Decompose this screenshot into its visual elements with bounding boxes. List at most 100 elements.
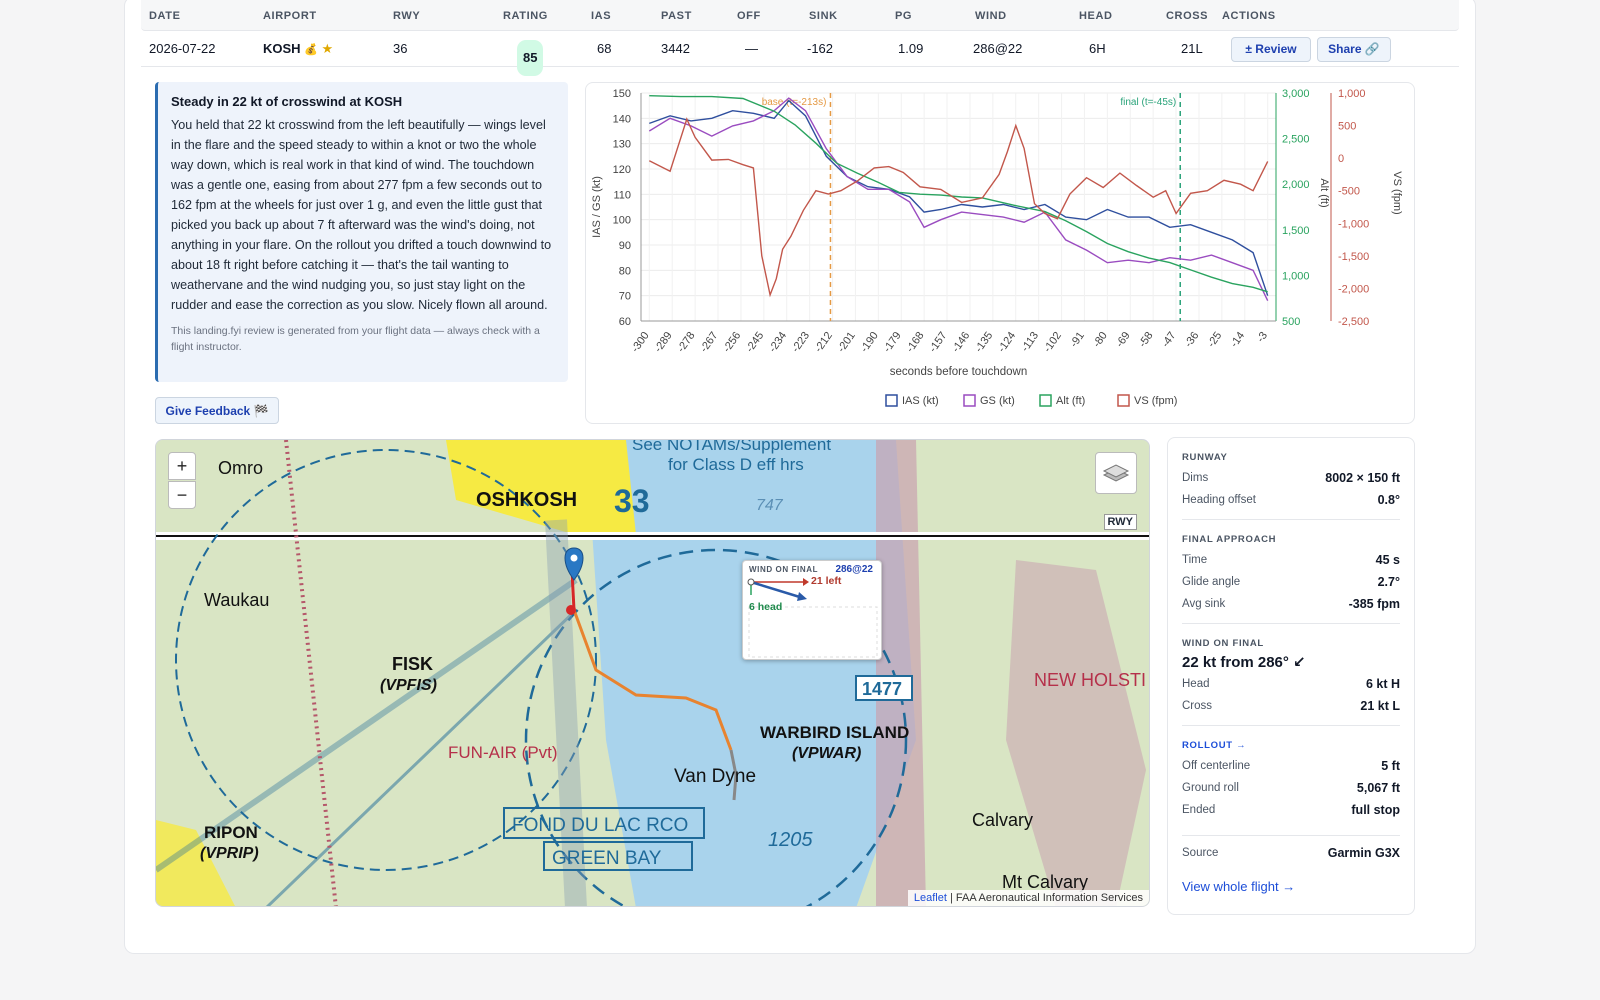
give-feedback-button[interactable]: Give Feedback 🏁	[155, 397, 279, 424]
map-label-notam: See NOTAMs/Supplement	[632, 440, 831, 454]
col-date: DATE	[149, 10, 181, 22]
col-actions: ACTIONS	[1222, 10, 1276, 22]
legend-swatch-3	[1117, 394, 1130, 407]
xtick-22: -58	[1137, 330, 1156, 350]
share-button[interactable]: Share 🔗	[1317, 37, 1391, 62]
map-label-1205: 1205	[768, 829, 813, 851]
col-rwy: RWY	[393, 10, 421, 22]
xtick-16: -124	[996, 330, 1018, 355]
xtick-11: -179	[881, 330, 903, 355]
ground-roll-value: 5,067 ft	[1356, 781, 1400, 795]
sectional-map[interactable]: OSHKOSH 33 Omro Waukau FISK (VPFIS) WARB…	[155, 439, 1150, 907]
cell-airport[interactable]: KOSH 💰 ★	[263, 31, 333, 68]
xtick-14: -146	[950, 330, 972, 355]
airport-link[interactable]: KOSH	[263, 41, 301, 56]
legend-label-1: GS (kt)	[980, 395, 1015, 407]
star-icon: ★	[321, 41, 334, 56]
ytick-left-1: 70	[619, 291, 631, 303]
view-whole-flight-link[interactable]: View whole flight →	[1182, 879, 1295, 894]
cell-head: 6H	[1089, 41, 1106, 56]
zoom-out-button[interactable]: −	[168, 481, 196, 509]
ytick-vs-2: -1,500	[1338, 251, 1369, 263]
xtick-1: -289	[652, 330, 674, 355]
ytick-left-7: 130	[613, 139, 631, 151]
xtick-18: -102	[1042, 330, 1064, 355]
xtick-8: -212	[813, 330, 835, 355]
wind-popup-cross: 21 left	[811, 575, 842, 587]
review-button[interactable]: ± Review	[1231, 37, 1311, 62]
ytick-alt-4: 2,500	[1282, 134, 1310, 146]
series-line-2	[649, 95, 1268, 293]
rating-badge: 85	[517, 40, 544, 76]
legend-label-3: VS (fpm)	[1134, 395, 1177, 407]
map-label-33: 33	[614, 483, 650, 519]
source-label: Source	[1182, 847, 1219, 859]
dims-value: 8002 × 150 ft	[1325, 471, 1400, 485]
cell-rwy: 36	[393, 41, 408, 56]
flight-chart-panel: 60 70 80 90 100 110 120 130 140 150 -300 -289 -278 -2…	[585, 82, 1415, 424]
wind-on-final-popup: WIND ON FINAL 286@22 21 left 6 head	[742, 560, 882, 660]
xtick-0: -300	[629, 330, 651, 355]
ytick-alt-5: 3,000	[1282, 88, 1310, 100]
xtick-7: -223	[790, 330, 812, 355]
col-wind: WIND	[975, 10, 1007, 22]
annotation-label-1: final (t=-45s)	[1120, 97, 1176, 108]
layers-button[interactable]	[1095, 452, 1137, 494]
wind-summary: 22 kt from 286° ↙	[1182, 654, 1306, 671]
map-label-rco: FOND DU LAC RCO	[512, 815, 688, 836]
heading-offset-value: 0.8°	[1377, 493, 1400, 507]
ylabel-alt: Alt (ft)	[1318, 178, 1330, 207]
ytick-left-2: 80	[619, 265, 631, 277]
xtick-24: -36	[1182, 330, 1201, 350]
final-section-title: FINAL APPROACH	[1182, 534, 1277, 545]
series-line-0	[649, 99, 1269, 296]
wind-section-title: WIND ON FINAL	[1182, 638, 1264, 649]
cell-sink: -162	[807, 41, 834, 56]
ended-value: full stop	[1351, 803, 1400, 817]
map-label-vpfis: (VPFIS)	[380, 677, 437, 694]
ytick-left-3: 90	[619, 240, 631, 252]
rollout-section-title[interactable]: ROLLOUT →	[1182, 740, 1400, 751]
landing-card: DATE AIRPORT RWY RATING IAS PAST OFF SIN…	[124, 0, 1476, 954]
table-row: 2026-07-22 KOSH 💰 ★ 36 85 68 3442 — -162…	[141, 31, 1459, 76]
ytick-vs-4: -500	[1338, 186, 1360, 198]
ylabel-vs: VS (fpm)	[1391, 171, 1403, 214]
legend-label-2: Alt (ft)	[1056, 395, 1085, 407]
xtick-13: -157	[927, 330, 949, 355]
xtick-26: -14	[1228, 330, 1247, 350]
col-sink: SINK	[809, 10, 838, 22]
table-header: DATE AIRPORT RWY RATING IAS PAST OFF SIN…	[141, 0, 1459, 31]
ytick-alt-2: 1,500	[1282, 225, 1310, 237]
xtick-21: -69	[1114, 330, 1133, 350]
summary-sidebar: RUNWAY Dims 8002 × 150 ft Heading offset 0…	[1167, 437, 1415, 915]
ground-roll-label: Ground roll	[1182, 782, 1239, 794]
cell-wind: 286@22	[973, 41, 1023, 56]
ytick-left-5: 110	[613, 189, 631, 201]
zoom-in-button[interactable]: +	[168, 452, 196, 480]
cell-cross: 21L	[1181, 41, 1203, 56]
heading-offset-label: Heading offset	[1182, 494, 1256, 506]
map-tiles: OSHKOSH 33 Omro Waukau FISK (VPFIS) WARB…	[156, 440, 1149, 906]
ytick-vs-3: -1,000	[1338, 218, 1369, 230]
col-off: OFF	[737, 10, 761, 22]
map-label-747: 747	[756, 497, 784, 514]
ylabel-left: IAS / GS (kt)	[591, 176, 603, 238]
map-label-oshkosh: OSHKOSH	[476, 489, 577, 511]
source-value: Garmin G3X	[1327, 846, 1400, 860]
map-label-newholsti: NEW HOLSTI	[1034, 670, 1146, 690]
offcl-value: 5 ft	[1381, 759, 1400, 773]
avg-sink-label: Avg sink	[1182, 598, 1226, 610]
feedback-disclaimer: This landing.fyi review is generated fro…	[171, 325, 540, 353]
medal-icon: 💰	[304, 44, 318, 56]
ytick-left-4: 100	[613, 215, 631, 227]
head-label: Head	[1182, 678, 1210, 690]
runway-section-title: RUNWAY	[1182, 452, 1228, 463]
legend-label-0: IAS (kt)	[902, 395, 939, 407]
ytick-vs-1: -2,000	[1338, 283, 1369, 295]
leaflet-link[interactable]: Leaflet	[914, 892, 947, 904]
layers-icon	[1102, 464, 1130, 482]
xtick-3: -267	[698, 330, 720, 355]
xtick-5: -245	[744, 330, 766, 355]
wind-popup-head: 6 head	[749, 601, 783, 613]
xtick-12: -168	[904, 330, 926, 355]
